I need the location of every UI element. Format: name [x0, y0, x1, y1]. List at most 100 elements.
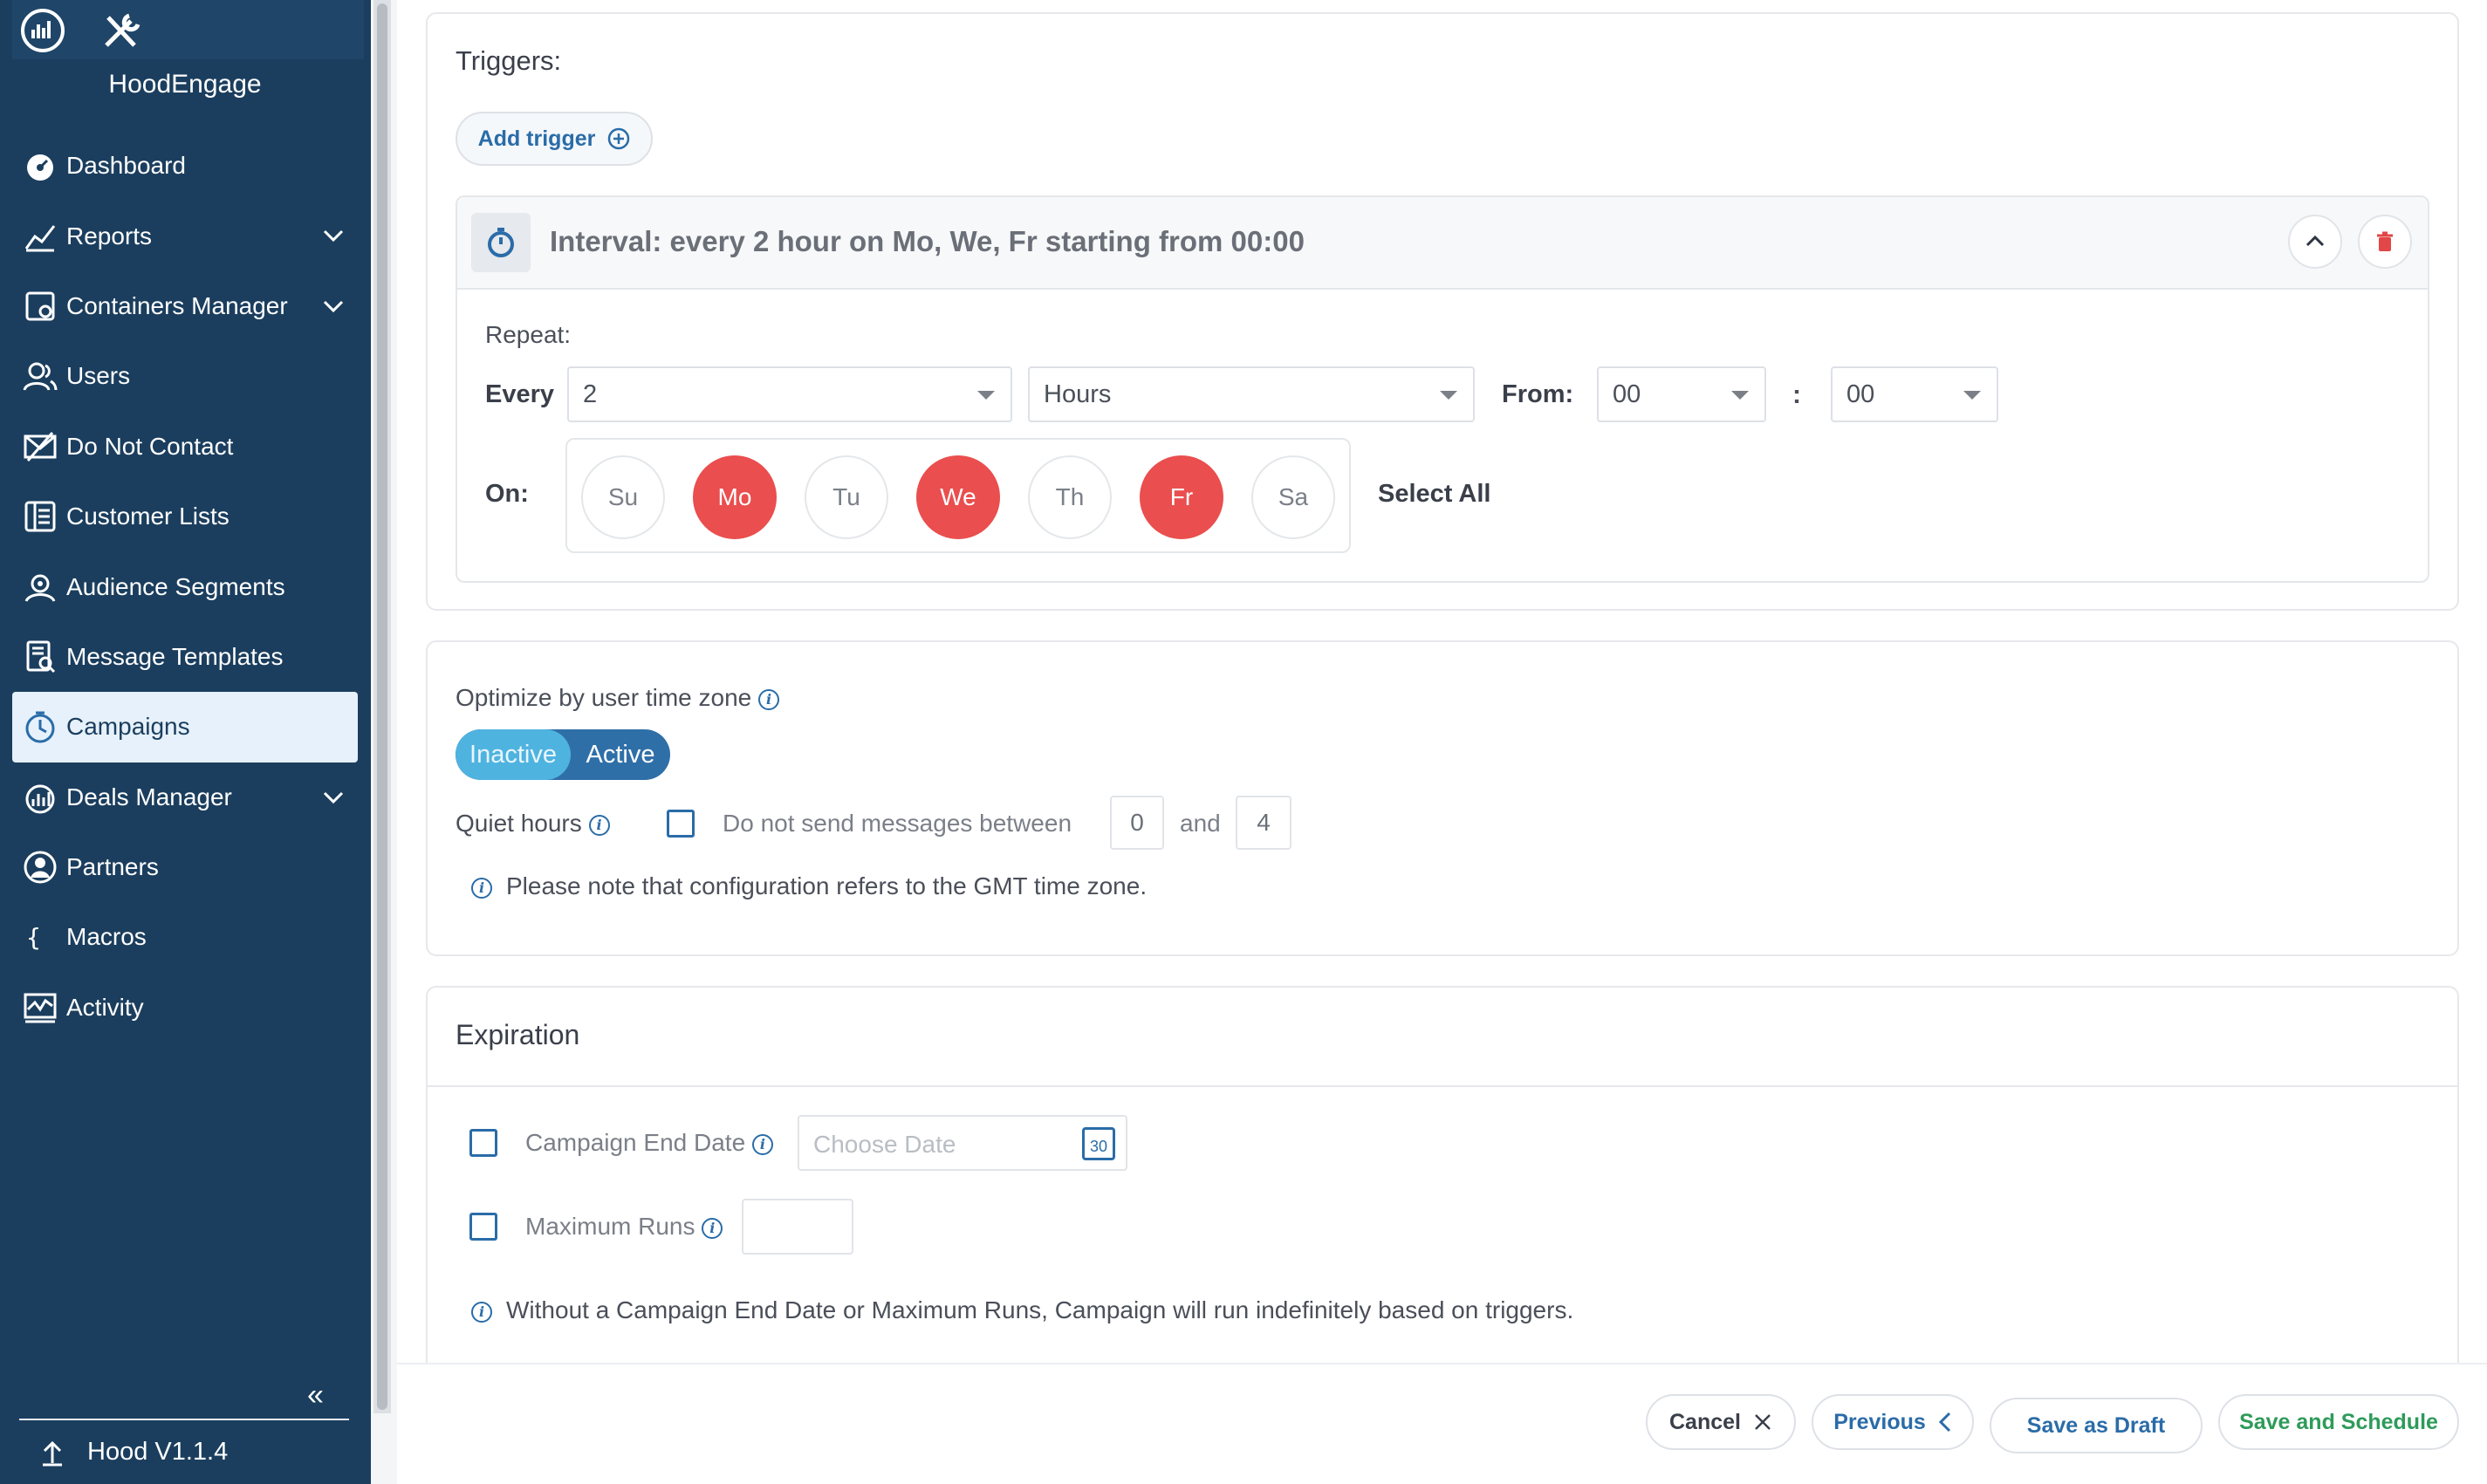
hour-select[interactable]: 00 [1597, 366, 1766, 422]
chevron-down-icon[interactable] [319, 222, 347, 250]
optimize-label-text: Optimize by user time zone [456, 684, 752, 711]
end-date-label: Campaign End Date i [525, 1129, 773, 1157]
quiet-from-input[interactable]: 0 [1110, 796, 1164, 850]
end-date-input[interactable]: Choose Date 30 [798, 1115, 1127, 1171]
containers-icon [21, 287, 59, 325]
plus-circle-icon [608, 127, 630, 150]
sidebar-item-customer-lists[interactable]: Customer Lists [12, 482, 358, 551]
tools-icon[interactable] [99, 10, 145, 51]
dashboard-icon [21, 147, 59, 185]
save-schedule-label: Save and Schedule [2239, 1409, 2438, 1434]
sidebar-item-label: Users [66, 362, 131, 390]
sidebar-item-label: Audience Segments [66, 572, 285, 600]
info-icon[interactable]: i [758, 688, 780, 710]
scrollbar-thumb[interactable] [377, 3, 387, 1410]
day-toggle-mo[interactable]: Mo [693, 455, 777, 539]
every-select[interactable]: 2 [567, 366, 1012, 422]
day-toggle-we[interactable]: We [916, 455, 1000, 539]
campaigns-icon [21, 708, 59, 746]
sidebar-item-dashboard[interactable]: Dashboard [12, 131, 358, 201]
delete-trigger-button[interactable] [2358, 215, 2412, 269]
svg-text:{ }: { } [26, 923, 58, 952]
toggle-active[interactable]: Active [571, 729, 670, 780]
sidebar-item-label: Deals Manager [66, 783, 232, 810]
max-runs-label-text: Maximum Runs [525, 1213, 695, 1240]
sidebar-scrollbar[interactable] [373, 0, 391, 1413]
sidebar-item-label: Partners [66, 853, 159, 881]
chevron-down-icon[interactable] [319, 292, 347, 320]
sidebar-item-deals-manager[interactable]: Deals Manager [12, 763, 358, 832]
info-icon[interactable]: i [751, 1133, 773, 1155]
reports-icon [21, 217, 59, 256]
chevron-up-icon [2305, 235, 2325, 247]
day-toggle-tu[interactable]: Tu [805, 455, 888, 539]
optimize-label: Optimize by user time zone i [456, 684, 780, 712]
max-runs-checkbox[interactable] [469, 1213, 497, 1241]
quiet-hours-description: Do not send messages between [723, 810, 1072, 837]
customer-lists-icon [21, 497, 59, 536]
sidebar-item-audience-segments[interactable]: Audience Segments [12, 551, 358, 621]
minute-select[interactable]: 00 [1831, 366, 1998, 422]
previous-label: Previous [1833, 1409, 1926, 1434]
activity-icon [21, 988, 59, 1027]
sidebar-item-macros[interactable]: { } Macros [12, 902, 358, 972]
max-runs-label: Maximum Runs i [525, 1213, 723, 1241]
sidebar-item-campaigns[interactable]: Campaigns [12, 692, 358, 763]
save-draft-label: Save as Draft [2026, 1412, 2166, 1438]
gmt-note-text: Please note that configuration refers to… [506, 872, 1148, 899]
sidebar-item-message-templates[interactable]: Message Templates [12, 622, 358, 692]
caret-down-icon [1731, 391, 1749, 400]
partners-icon [21, 848, 59, 886]
quiet-to-input[interactable]: 4 [1236, 796, 1291, 850]
unit-select[interactable]: Hours [1028, 366, 1475, 422]
collapse-sidebar-icon[interactable]: « [307, 1378, 324, 1412]
sidebar-item-label: Containers Manager [66, 291, 288, 319]
previous-button[interactable]: Previous [1812, 1394, 1974, 1450]
quiet-hours-checkbox[interactable] [667, 810, 695, 838]
end-date-checkbox[interactable] [469, 1129, 497, 1157]
trigger-header[interactable]: Interval: every 2 hour on Mo, We, Fr sta… [457, 197, 2428, 290]
sidebar-item-do-not-contact[interactable]: Do Not Contact [12, 412, 358, 482]
sidebar-item-reports[interactable]: Reports [12, 201, 358, 270]
macros-icon: { } [21, 918, 59, 956]
max-runs-input[interactable] [742, 1199, 853, 1255]
calendar-day: 30 [1089, 1138, 1108, 1155]
cancel-label: Cancel [1669, 1409, 1741, 1434]
chevron-down-icon[interactable] [319, 783, 347, 811]
day-toggle-th[interactable]: Th [1028, 455, 1112, 539]
cancel-button[interactable]: Cancel [1646, 1394, 1796, 1450]
sidebar-item-activity[interactable]: Activity [12, 973, 358, 1043]
every-label: Every [485, 380, 555, 408]
day-toggle-sa[interactable]: Sa [1251, 455, 1335, 539]
info-icon[interactable]: i [588, 814, 610, 836]
select-all-link[interactable]: Select All [1378, 480, 1490, 509]
day-toggle-fr[interactable]: Fr [1140, 455, 1223, 539]
info-icon[interactable]: i [702, 1217, 723, 1239]
toggle-inactive[interactable]: Inactive [456, 729, 571, 780]
sidebar-item-partners[interactable]: Partners [12, 832, 358, 902]
unit-value: Hours [1044, 380, 1112, 408]
save-schedule-button[interactable]: Save and Schedule [2218, 1394, 2459, 1450]
expiration-note-text: Without a Campaign End Date or Maximum R… [506, 1296, 1574, 1323]
version-label: Hood V1.1.4 [87, 1438, 229, 1466]
day-toggle-su[interactable]: Su [581, 455, 665, 539]
sidebar-item-label: Do Not Contact [66, 432, 234, 460]
date-placeholder: Choose Date [813, 1131, 956, 1158]
sidebar-nav: Dashboard Reports Containers Manager Use… [12, 131, 358, 1043]
collapse-trigger-button[interactable] [2288, 215, 2342, 269]
save-draft-button[interactable]: Save as Draft [1990, 1398, 2203, 1453]
quiet-hours-label: Quiet hours i [456, 810, 610, 838]
gmt-note: i Please note that configuration refers t… [471, 872, 1147, 900]
caret-down-icon [1963, 391, 1981, 400]
add-trigger-button[interactable]: Add trigger [456, 112, 653, 166]
hood-logo-icon[interactable] [21, 9, 65, 52]
day-selector: Su Mo Tu We Th Fr Sa [565, 438, 1351, 553]
info-icon: i [471, 1301, 492, 1323]
quiet-and-label: and [1180, 810, 1221, 837]
timezone-toggle[interactable]: Inactive Active [456, 729, 670, 780]
calendar-icon[interactable]: 30 [1082, 1127, 1115, 1160]
sidebar-item-users[interactable]: Users [12, 341, 358, 411]
info-icon: i [471, 877, 492, 899]
sidebar-item-containers-manager[interactable]: Containers Manager [12, 271, 358, 341]
on-label: On: [485, 480, 529, 508]
